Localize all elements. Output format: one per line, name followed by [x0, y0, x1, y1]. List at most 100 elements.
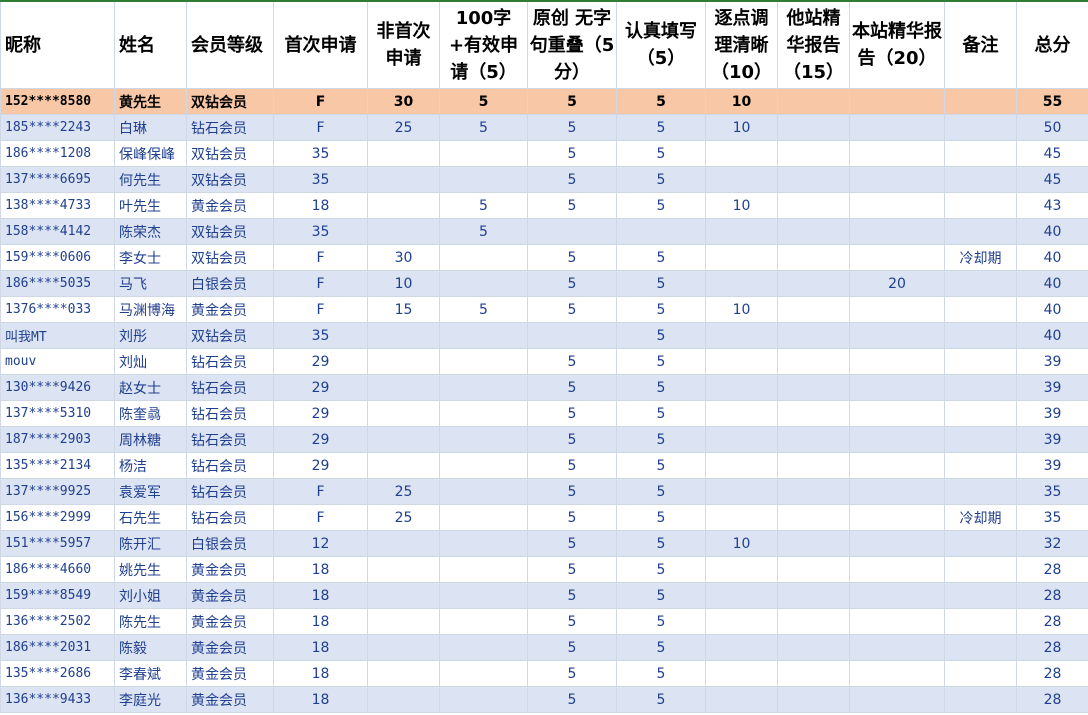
cell-col-point-clear[interactable]: [705, 556, 778, 583]
cell-col-first-apply[interactable]: 29: [273, 426, 368, 453]
cell-col-other-site[interactable]: [777, 686, 850, 713]
cell-col-total[interactable]: 35: [1016, 478, 1088, 505]
cell-col-this-site[interactable]: [849, 348, 945, 375]
header-col-point-clear[interactable]: 逐点调理清晰（10）: [705, 0, 778, 89]
cell-col-point-clear[interactable]: 10: [705, 88, 778, 115]
cell-col-original[interactable]: 5: [527, 166, 617, 193]
cell-col-this-site[interactable]: [849, 452, 945, 479]
cell-col-this-site[interactable]: [849, 608, 945, 635]
cell-col-careful[interactable]: 5: [616, 114, 706, 141]
cell-col-point-clear[interactable]: [705, 660, 778, 687]
cell-col-non-first-apply[interactable]: 10: [367, 270, 440, 297]
cell-col-100-char[interactable]: [439, 478, 528, 505]
cell-col-careful[interactable]: 5: [616, 140, 706, 167]
cell-col-other-site[interactable]: [777, 660, 850, 687]
cell-col-100-char[interactable]: [439, 244, 528, 271]
cell-col-non-first-apply[interactable]: 25: [367, 504, 440, 531]
cell-col-remarks[interactable]: [944, 686, 1017, 713]
cell-col-remarks[interactable]: [944, 634, 1017, 661]
cell-col-remarks[interactable]: [944, 608, 1017, 635]
cell-col-non-first-apply[interactable]: [367, 530, 440, 557]
cell-col-name[interactable]: 袁爱军: [114, 478, 187, 505]
cell-col-careful[interactable]: 5: [616, 192, 706, 219]
cell-col-name[interactable]: 陈荣杰: [114, 218, 187, 245]
cell-col-name[interactable]: 陈开汇: [114, 530, 187, 557]
cell-col-non-first-apply[interactable]: [367, 634, 440, 661]
cell-col-original[interactable]: 5: [527, 582, 617, 609]
cell-col-non-first-apply[interactable]: [367, 452, 440, 479]
cell-col-first-apply[interactable]: 18: [273, 660, 368, 687]
cell-col-remarks[interactable]: [944, 400, 1017, 427]
cell-col-nickname[interactable]: 135****2134: [0, 452, 115, 479]
cell-col-100-char[interactable]: 5: [439, 218, 528, 245]
table-row[interactable]: 135****2134 杨洁 钻石会员 29 5 5 39: [0, 452, 1088, 479]
cell-col-remarks[interactable]: [944, 192, 1017, 219]
cell-col-level[interactable]: 黄金会员: [186, 608, 274, 635]
cell-col-point-clear[interactable]: [705, 400, 778, 427]
cell-col-remarks[interactable]: [944, 218, 1017, 245]
cell-col-100-char[interactable]: [439, 348, 528, 375]
cell-col-first-apply[interactable]: F: [273, 114, 368, 141]
table-row[interactable]: 1376****033 马渊博海 黄金会员 F 15 5 5 5 10 40: [0, 296, 1088, 323]
table-row[interactable]: 152****8580 黄先生 双钻会员 F 30 5 5 5 10 55: [0, 88, 1088, 115]
cell-col-careful[interactable]: 5: [616, 686, 706, 713]
cell-col-nickname[interactable]: 叫我MT: [0, 322, 115, 349]
cell-col-original[interactable]: 5: [527, 192, 617, 219]
cell-col-name[interactable]: 李庭光: [114, 686, 187, 713]
cell-col-name[interactable]: 黄先生: [114, 88, 187, 115]
table-row[interactable]: 158****4142 陈荣杰 双钻会员 35 5 40: [0, 218, 1088, 245]
header-col-100-char[interactable]: 100字+有效申请（5）: [439, 0, 528, 89]
table-row[interactable]: 136****2502 陈先生 黄金会员 18 5 5 28: [0, 608, 1088, 635]
cell-col-other-site[interactable]: [777, 296, 850, 323]
cell-col-name[interactable]: 周林糖: [114, 426, 187, 453]
cell-col-other-site[interactable]: [777, 530, 850, 557]
table-row[interactable]: 186****4660 姚先生 黄金会员 18 5 5 28: [0, 556, 1088, 583]
cell-col-point-clear[interactable]: [705, 166, 778, 193]
cell-col-other-site[interactable]: [777, 374, 850, 401]
cell-col-this-site[interactable]: [849, 114, 945, 141]
cell-col-total[interactable]: 28: [1016, 608, 1088, 635]
cell-col-level[interactable]: 黄金会员: [186, 686, 274, 713]
cell-col-non-first-apply[interactable]: [367, 166, 440, 193]
cell-col-point-clear[interactable]: [705, 348, 778, 375]
cell-col-first-apply[interactable]: 12: [273, 530, 368, 557]
header-col-total[interactable]: 总分: [1016, 0, 1088, 89]
cell-col-nickname[interactable]: 136****2502: [0, 608, 115, 635]
cell-col-nickname[interactable]: mouv: [0, 348, 115, 375]
cell-col-other-site[interactable]: [777, 634, 850, 661]
cell-col-this-site[interactable]: [849, 218, 945, 245]
header-col-nickname[interactable]: 昵称: [0, 0, 115, 89]
cell-col-total[interactable]: 39: [1016, 426, 1088, 453]
table-row[interactable]: 137****5310 陈奎骉 钻石会员 29 5 5 39: [0, 400, 1088, 427]
cell-col-level[interactable]: 钻石会员: [186, 114, 274, 141]
cell-col-this-site[interactable]: [849, 634, 945, 661]
cell-col-name[interactable]: 陈奎骉: [114, 400, 187, 427]
table-row[interactable]: 137****6695 何先生 双钻会员 35 5 5 45: [0, 166, 1088, 193]
cell-col-level[interactable]: 钻石会员: [186, 478, 274, 505]
cell-col-name[interactable]: 赵女士: [114, 374, 187, 401]
cell-col-remarks[interactable]: [944, 452, 1017, 479]
cell-col-other-site[interactable]: [777, 348, 850, 375]
cell-col-first-apply[interactable]: 18: [273, 582, 368, 609]
cell-col-level[interactable]: 黄金会员: [186, 192, 274, 219]
cell-col-careful[interactable]: [616, 218, 706, 245]
cell-col-100-char[interactable]: [439, 426, 528, 453]
cell-col-100-char[interactable]: [439, 504, 528, 531]
header-col-careful[interactable]: 认真填写（5）: [616, 0, 706, 89]
cell-col-original[interactable]: 5: [527, 452, 617, 479]
cell-col-name[interactable]: 李女士: [114, 244, 187, 271]
cell-col-name[interactable]: 杨洁: [114, 452, 187, 479]
table-row[interactable]: 156****2999 石先生 钻石会员 F 25 5 5 冷却期 35: [0, 504, 1088, 531]
cell-col-careful[interactable]: 5: [616, 608, 706, 635]
cell-col-this-site[interactable]: [849, 556, 945, 583]
cell-col-non-first-apply[interactable]: 15: [367, 296, 440, 323]
cell-col-original[interactable]: 5: [527, 374, 617, 401]
cell-col-nickname[interactable]: 158****4142: [0, 218, 115, 245]
cell-col-careful[interactable]: 5: [616, 296, 706, 323]
cell-col-remarks[interactable]: [944, 374, 1017, 401]
cell-col-remarks[interactable]: [944, 270, 1017, 297]
cell-col-original[interactable]: 5: [527, 530, 617, 557]
cell-col-nickname[interactable]: 135****2686: [0, 660, 115, 687]
cell-col-other-site[interactable]: [777, 244, 850, 271]
cell-col-remarks[interactable]: 冷却期: [944, 504, 1017, 531]
